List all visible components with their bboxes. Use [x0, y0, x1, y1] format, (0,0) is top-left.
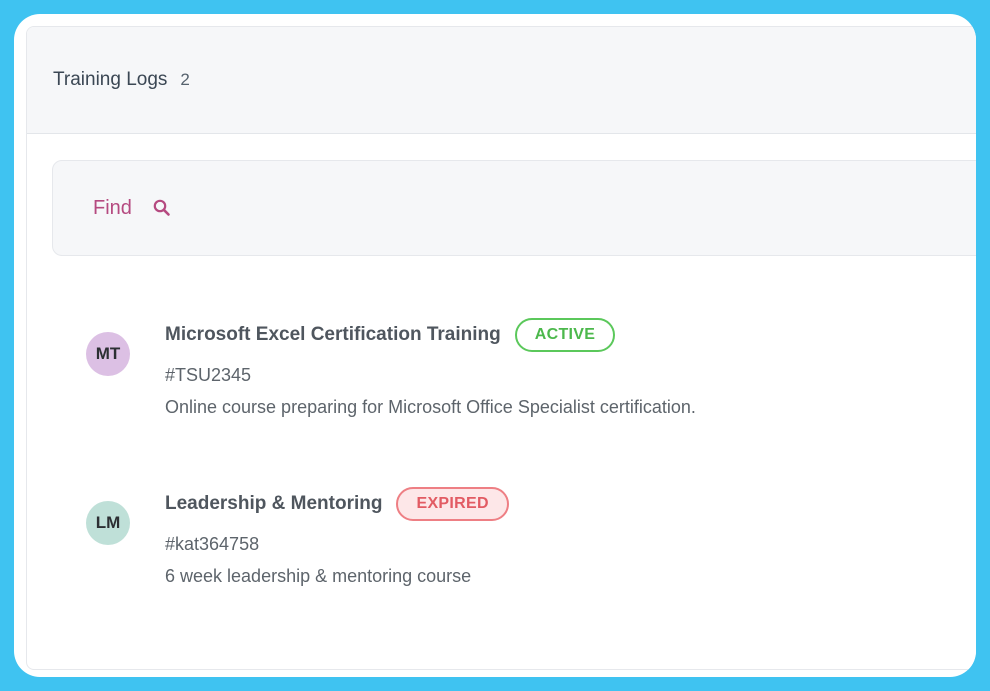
avatar: MT	[86, 332, 130, 376]
search-bar[interactable]: Find	[52, 160, 976, 256]
item-title-row: Leadership & Mentoring EXPIRED	[165, 486, 509, 522]
item-title-row: Microsoft Excel Certification Training A…	[165, 317, 616, 353]
app-frame: Training Logs 2 Find MT Microsoft Excel …	[14, 14, 976, 677]
log-count: 2	[180, 70, 190, 89]
panel-title: Training Logs	[53, 69, 168, 90]
item-description: Online course preparing for Microsoft Of…	[165, 397, 696, 417]
find-label[interactable]: Find	[93, 197, 132, 220]
avatar: LM	[86, 501, 130, 545]
training-logs-panel: Training Logs 2 Find MT Microsoft Excel …	[26, 26, 976, 670]
item-title[interactable]: Leadership & Mentoring	[165, 493, 382, 515]
item-id: #kat364758	[165, 534, 260, 554]
item-id: #TSU2345	[165, 365, 252, 385]
status-badge: EXPIRED	[396, 487, 509, 521]
list-item[interactable]: LM Leadership & Mentoring EXPIRED #kat36…	[27, 486, 976, 596]
search-icon[interactable]	[152, 198, 172, 218]
list-item[interactable]: MT Microsoft Excel Certification Trainin…	[27, 317, 976, 427]
item-description: 6 week leadership & mentoring course	[165, 566, 472, 586]
status-badge: ACTIVE	[514, 318, 616, 352]
panel-header: Training Logs 2	[27, 27, 976, 134]
item-title[interactable]: Microsoft Excel Certification Training	[165, 324, 501, 346]
